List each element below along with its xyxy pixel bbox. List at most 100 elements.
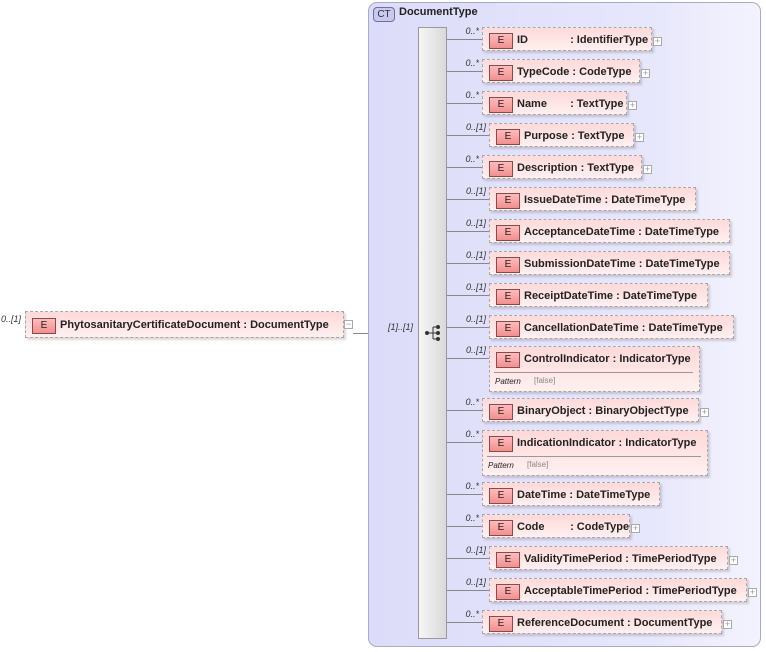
element-label: TypeCode : CodeType bbox=[517, 66, 632, 78]
child-multiplicity: 0..[1] bbox=[465, 577, 486, 587]
element-type: : DateTimeType bbox=[569, 489, 651, 501]
facet-divider bbox=[487, 456, 701, 457]
child-element[interactable]: E IssueDateTime : DateTimeType bbox=[489, 187, 696, 211]
child-element[interactable]: E DateTime : DateTimeType bbox=[482, 482, 660, 506]
element-badge: E bbox=[496, 552, 520, 568]
element-badge: E bbox=[496, 257, 520, 273]
element-name: AcceptableTimePeriod bbox=[524, 585, 643, 597]
expand-icon[interactable]: + bbox=[635, 133, 644, 142]
element-type: : DateTimeType bbox=[616, 290, 698, 302]
connector-line bbox=[447, 526, 482, 527]
element-badge: E bbox=[489, 97, 513, 113]
child-element[interactable]: E BinaryObject : BinaryObjectType bbox=[482, 398, 699, 422]
root-element[interactable]: E PhytosanitaryCertificateDocument : Doc… bbox=[25, 311, 344, 338]
element-type: : TextType bbox=[580, 162, 634, 174]
child-multiplicity: 0..[1] bbox=[465, 122, 486, 132]
child-element[interactable]: E ReceiptDateTime : DateTimeType bbox=[489, 283, 708, 307]
connector-line bbox=[447, 358, 489, 359]
expand-icon[interactable]: + bbox=[748, 588, 757, 597]
child-element[interactable]: E ID : IdentifierType bbox=[482, 27, 652, 51]
root-multiplicity: 0..[1] bbox=[1, 314, 22, 324]
element-name: ReferenceDocument bbox=[517, 617, 624, 629]
expand-icon[interactable]: + bbox=[641, 69, 650, 78]
expand-icon[interactable]: + bbox=[631, 524, 640, 533]
expand-icon[interactable]: + bbox=[643, 165, 652, 174]
child-multiplicity: 0..* bbox=[465, 397, 479, 407]
collapse-icon[interactable]: − bbox=[344, 320, 353, 329]
element-type: : DocumentType bbox=[627, 617, 713, 629]
child-multiplicity: 0..[1] bbox=[465, 186, 486, 196]
sequence-multiplicity: [1]..[1] bbox=[388, 322, 414, 332]
element-type: : CodeType bbox=[570, 521, 630, 533]
child-element[interactable]: E TypeCode : CodeType bbox=[482, 59, 640, 83]
child-element[interactable]: E IndicationIndicator : IndicatorType Pa… bbox=[482, 430, 708, 476]
element-badge: E bbox=[496, 321, 520, 337]
element-type: : TimePeriodType bbox=[625, 553, 717, 565]
element-label: IssueDateTime : DateTimeType bbox=[524, 194, 685, 206]
child-element[interactable]: E ReferenceDocument : DocumentType bbox=[482, 610, 722, 634]
element-label: ReferenceDocument : DocumentType bbox=[517, 617, 712, 629]
element-label: ValidityTimePeriod : TimePeriodType bbox=[524, 553, 717, 565]
expand-icon[interactable]: + bbox=[700, 408, 709, 417]
connector-line bbox=[447, 199, 489, 200]
element-badge: E bbox=[496, 289, 520, 305]
child-multiplicity: 0..* bbox=[465, 481, 479, 491]
connector-line bbox=[447, 327, 489, 328]
element-badge: E bbox=[496, 193, 520, 209]
element-name: ValidityTimePeriod bbox=[524, 553, 623, 565]
child-element[interactable]: E Purpose : TextType bbox=[489, 123, 634, 147]
child-multiplicity: 0..* bbox=[465, 154, 479, 164]
element-name: ReceiptDateTime bbox=[524, 290, 614, 302]
connector-line bbox=[447, 295, 489, 296]
child-element[interactable]: E SubmissionDateTime : DateTimeType bbox=[489, 251, 730, 275]
element-badge: E bbox=[489, 520, 513, 536]
sequence-compositor-icon bbox=[425, 325, 440, 341]
connector-line bbox=[447, 263, 489, 264]
expand-icon[interactable]: + bbox=[729, 556, 738, 565]
element-type: : DateTimeType bbox=[641, 322, 723, 334]
element-type: : DateTimeType bbox=[638, 226, 720, 238]
child-multiplicity: 0..* bbox=[465, 609, 479, 619]
child-element[interactable]: E ControlIndicator : IndicatorType Patte… bbox=[489, 346, 700, 392]
facet-label: Pattern bbox=[488, 461, 514, 470]
element-label: BinaryObject : BinaryObjectType bbox=[517, 405, 689, 417]
child-element[interactable]: E CancellationDateTime : DateTimeType bbox=[489, 315, 734, 339]
expand-icon[interactable]: + bbox=[628, 101, 637, 110]
element-name: ControlIndicator bbox=[524, 353, 610, 365]
child-element[interactable]: E Name : TextType bbox=[482, 91, 627, 115]
child-element[interactable]: E AcceptanceDateTime : DateTimeType bbox=[489, 219, 730, 243]
child-multiplicity: 0..[1] bbox=[465, 282, 486, 292]
element-type: : TextType bbox=[571, 130, 625, 142]
element-name: AcceptanceDateTime bbox=[524, 226, 636, 238]
element-type: : BinaryObjectType bbox=[588, 405, 689, 417]
element-name: IssueDateTime bbox=[524, 194, 602, 206]
element-name: TypeCode bbox=[517, 66, 570, 78]
child-multiplicity: 0..[1] bbox=[465, 314, 486, 324]
element-name: SubmissionDateTime bbox=[524, 258, 636, 270]
element-badge: E bbox=[496, 225, 520, 241]
child-element[interactable]: E AcceptableTimePeriod : TimePeriodType bbox=[489, 578, 747, 602]
child-multiplicity: 0..* bbox=[465, 429, 479, 439]
element-label: Description : TextType bbox=[517, 162, 634, 174]
element-name: IndicationIndicator bbox=[517, 437, 616, 449]
element-badge: E bbox=[496, 352, 520, 368]
child-element[interactable]: E ValidityTimePeriod : TimePeriodType bbox=[489, 546, 728, 570]
child-multiplicity: 0..[1] bbox=[465, 218, 486, 228]
child-multiplicity: 0..* bbox=[465, 58, 479, 68]
complex-type-title: DocumentType bbox=[399, 6, 478, 18]
connector-line bbox=[447, 71, 482, 72]
expand-icon[interactable]: + bbox=[723, 620, 732, 629]
element-badge: E bbox=[489, 404, 513, 420]
element-badge: E bbox=[489, 488, 513, 504]
facet-label: Pattern bbox=[495, 377, 521, 386]
element-type: : DocumentType bbox=[243, 319, 329, 331]
expand-icon[interactable]: + bbox=[653, 37, 662, 46]
element-label: AcceptanceDateTime : DateTimeType bbox=[524, 226, 719, 238]
child-element[interactable]: E Description : TextType bbox=[482, 155, 642, 179]
element-badge: E bbox=[489, 65, 513, 81]
element-label: CancellationDateTime : DateTimeType bbox=[524, 322, 723, 334]
child-element[interactable]: E Code : CodeType bbox=[482, 514, 630, 538]
connector-line bbox=[447, 167, 482, 168]
element-type: : IndicatorType bbox=[618, 437, 697, 449]
facet-value: [false] bbox=[527, 460, 549, 469]
